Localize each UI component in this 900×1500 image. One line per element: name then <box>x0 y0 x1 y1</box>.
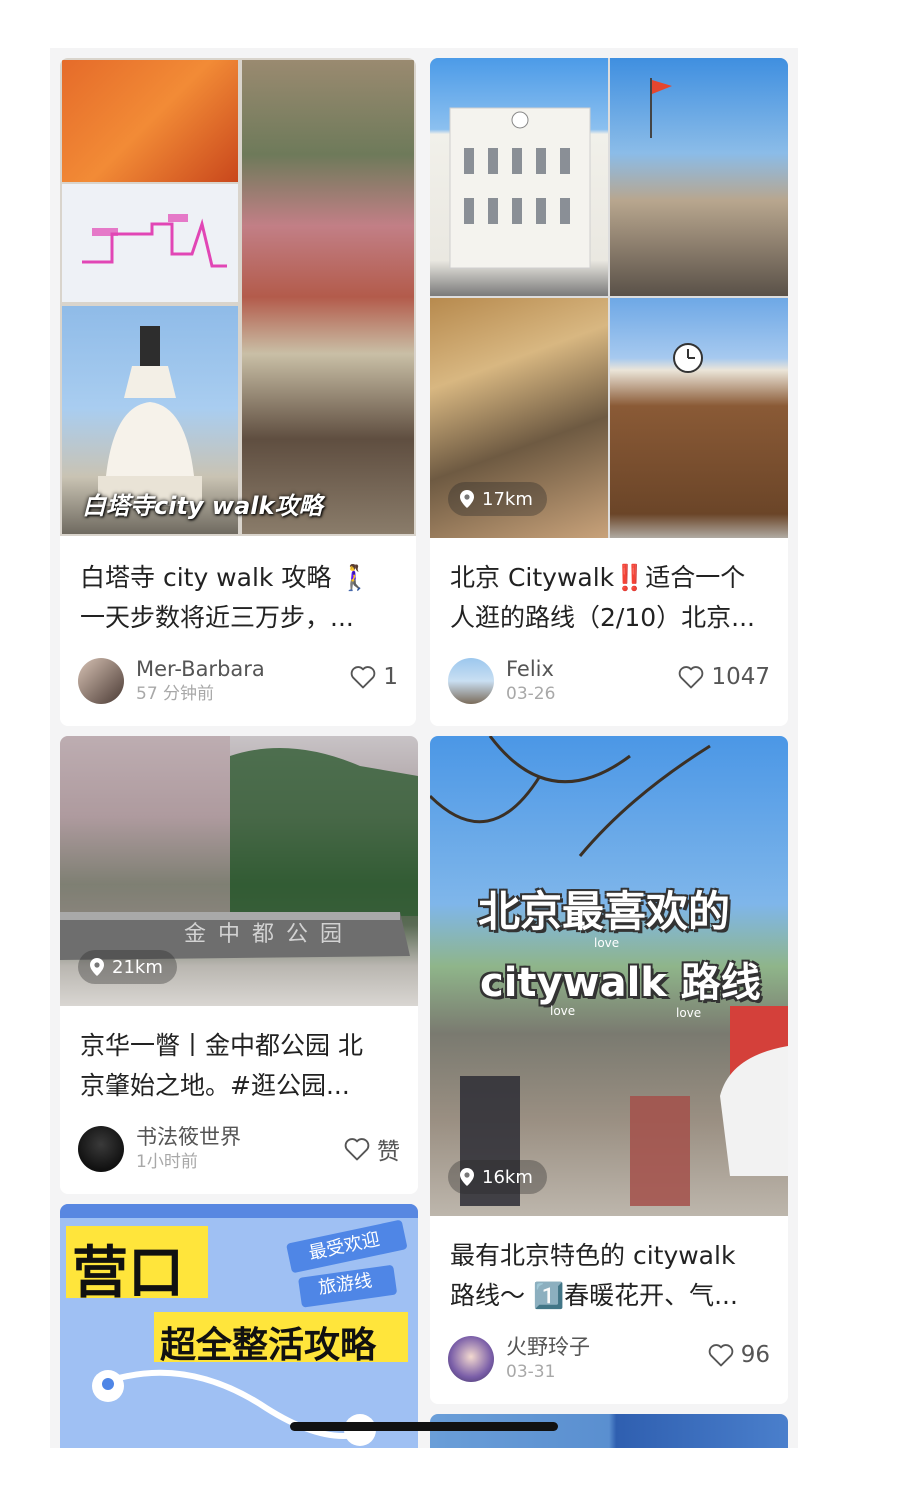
home-indicator[interactable] <box>290 1422 558 1431</box>
distance-text: 21km <box>112 956 163 978</box>
post-time: 1小时前 <box>136 1152 198 1172</box>
cover-love-tag: love <box>676 1006 702 1020</box>
note-cover-image[interactable]: 17km <box>430 58 788 538</box>
note-title-line: 路线～ 1️⃣春暖花开、气... <box>450 1281 738 1310</box>
note-author[interactable]: 火野玲子 03-31 <box>448 1334 590 1384</box>
note-title-line: 人逛的路线（2/10）北京... <box>450 603 755 632</box>
avatar[interactable] <box>448 658 494 704</box>
note-card-citywalk[interactable]: 17km 北京 Citywalk‼️适合一个 人逛的路线（2/10）北京... … <box>430 58 788 726</box>
distance-text: 16km <box>482 1166 533 1188</box>
author-name: 书法筱世界 <box>136 1125 241 1149</box>
note-title[interactable]: 白塔寺 city walk 攻略 🚶‍♀️ 一天步数将近三万步，... <box>80 558 400 638</box>
note-cover-image[interactable]: 北京最喜欢的 love citywalk 路线 love love 16km <box>430 736 788 1216</box>
cover-photo-storefront <box>610 298 788 538</box>
heart-icon <box>679 666 704 689</box>
note-title-line: 京华一瞥丨金中都公园 北 <box>80 1031 363 1060</box>
location-pin-icon <box>90 958 104 976</box>
note-card-jinzhongdu[interactable]: 金中都公园 21km 京华一瞥丨金中都公园 北 京肇始之地。#逛公园... 书法… <box>60 736 418 1194</box>
cover-photo-building <box>430 58 608 296</box>
like-count: 赞 <box>377 1139 400 1165</box>
note-title[interactable]: 北京 Citywalk‼️适合一个 人逛的路线（2/10）北京... <box>450 558 772 638</box>
note-card-beijing-citywalk[interactable]: 北京最喜欢的 love citywalk 路线 love love 16km 最… <box>430 736 788 1404</box>
avatar[interactable] <box>448 1336 494 1382</box>
avatar[interactable] <box>78 658 124 704</box>
cover-headline: 超全整活攻略 <box>160 1325 377 1366</box>
heart-icon <box>708 1344 734 1367</box>
post-time: 03-31 <box>506 1362 556 1382</box>
note-feed: 白塔寺city walk攻略 白塔寺 city walk 攻略 🚶‍♀️ 一天步… <box>50 48 798 1448</box>
location-pin-icon <box>460 490 474 508</box>
note-title[interactable]: 最有北京特色的 citywalk 路线～ 1️⃣春暖花开、气... <box>450 1236 772 1316</box>
author-name: 火野玲子 <box>506 1335 590 1359</box>
note-title-line: 最有北京特色的 citywalk <box>450 1241 736 1270</box>
author-name: Mer-Barbara <box>136 657 265 681</box>
note-card-baitasi[interactable]: 白塔寺city walk攻略 白塔寺 city walk 攻略 🚶‍♀️ 一天步… <box>60 58 416 726</box>
distance-text: 17km <box>482 488 533 510</box>
distance-badge: 16km <box>448 1160 547 1194</box>
note-title-line: 一天步数将近三万步，... <box>80 603 354 632</box>
note-title[interactable]: 京华一瞥丨金中都公园 北 京肇始之地。#逛公园... <box>80 1026 402 1106</box>
distance-badge: 21km <box>78 950 177 984</box>
note-author[interactable]: Felix 03-26 <box>448 656 555 706</box>
cover-photo-drink <box>62 60 238 182</box>
note-title-line: 京肇始之地。#逛公园... <box>80 1071 350 1100</box>
note-author[interactable]: 书法筱世界 1小时前 <box>78 1124 241 1174</box>
like-button[interactable]: 赞 <box>343 1132 400 1166</box>
cover-sign-text: 金中都公园 <box>184 922 355 947</box>
note-card-next[interactable] <box>430 1414 788 1448</box>
note-cover-image[interactable]: 金中都公园 21km <box>60 736 418 1006</box>
cover-headline: 北京最喜欢的 <box>478 887 731 936</box>
cover-photo-collage-right <box>242 60 414 534</box>
like-button[interactable]: 1047 <box>677 664 770 690</box>
cover-love-tag: love <box>594 936 620 950</box>
cover-headline: 营口 <box>72 1241 184 1306</box>
cover-love-tag: love <box>550 1004 576 1018</box>
like-button[interactable]: 96 <box>707 1342 770 1368</box>
location-pin-icon <box>460 1168 474 1186</box>
post-time: 57 分钟前 <box>136 684 215 704</box>
cover-photo-street <box>610 58 788 296</box>
note-card-yingkou[interactable]: 营口 超全整活攻略 最受欢迎 旅游线 <box>60 1204 418 1448</box>
cover-overlay-text: 白塔寺city walk攻略 <box>82 492 323 520</box>
note-cover-image[interactable]: 白塔寺city walk攻略 <box>60 58 416 536</box>
author-name: Felix <box>506 657 554 681</box>
post-time: 03-26 <box>506 684 556 704</box>
note-title-line: 北京 Citywalk‼️适合一个 <box>450 563 746 592</box>
note-cover-image[interactable] <box>430 1414 788 1448</box>
distance-badge: 17km <box>448 482 547 516</box>
like-count: 1047 <box>711 664 770 690</box>
note-title-line: 白塔寺 city walk 攻略 🚶‍♀️ <box>80 563 371 592</box>
cover-photo-map <box>62 184 238 302</box>
like-count: 96 <box>740 1342 770 1368</box>
heart-icon <box>344 1138 370 1161</box>
like-button[interactable]: 1 <box>349 664 398 690</box>
cover-headline: citywalk 路线 <box>480 960 761 1006</box>
avatar[interactable] <box>78 1126 124 1172</box>
note-cover-image[interactable]: 营口 超全整活攻略 最受欢迎 旅游线 <box>60 1204 418 1448</box>
like-count: 1 <box>383 664 398 690</box>
note-author[interactable]: Mer-Barbara 57 分钟前 <box>78 656 265 706</box>
heart-icon <box>351 666 376 689</box>
